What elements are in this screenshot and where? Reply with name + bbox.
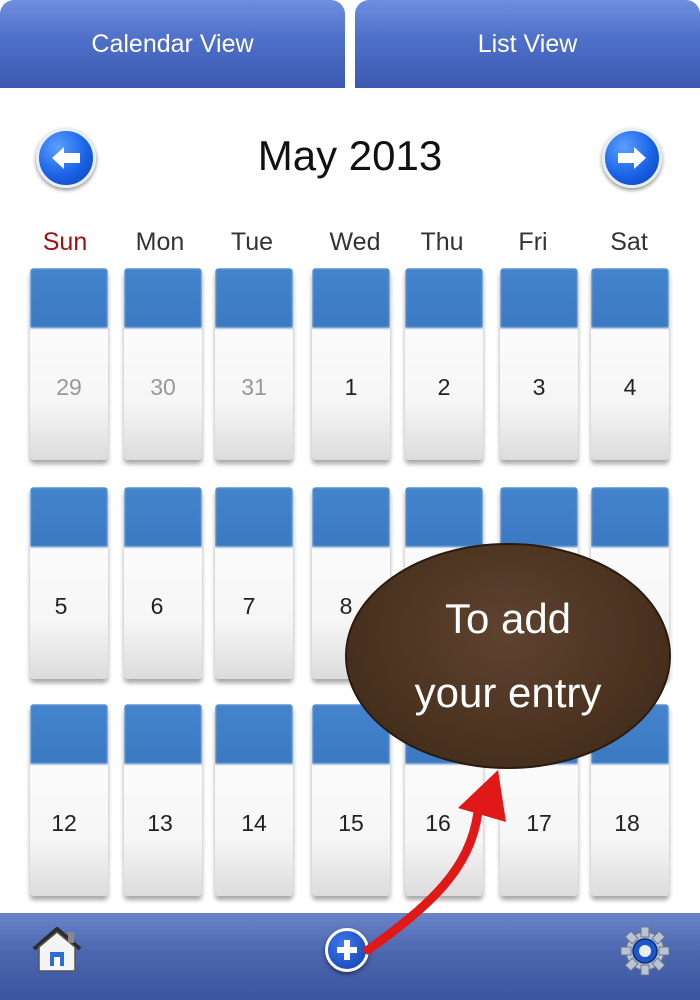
weekday-tue: Tue xyxy=(230,228,274,256)
callout-line-2: your entry xyxy=(414,669,602,716)
tab-calendar-view[interactable]: Calendar View xyxy=(0,0,345,88)
day-cell[interactable]: 15 xyxy=(312,704,390,896)
day-cell[interactable]: 14 xyxy=(215,704,293,896)
day-number: 13 xyxy=(147,810,173,836)
home-button[interactable] xyxy=(30,924,84,976)
day-number: 30 xyxy=(150,374,176,400)
day-cell-header xyxy=(215,268,293,328)
day-number: 2 xyxy=(437,374,451,400)
home-icon xyxy=(32,927,82,972)
day-cell-header xyxy=(215,487,293,547)
day-number: 12 xyxy=(51,810,77,836)
month-title: May 2013 xyxy=(257,132,443,179)
day-number: 1 xyxy=(344,374,358,400)
day-cell-header xyxy=(124,268,202,328)
day-number: 7 xyxy=(242,593,256,619)
plus-icon xyxy=(337,940,357,960)
day-cell-header xyxy=(500,487,578,547)
day-cell[interactable]: 2 xyxy=(405,268,483,460)
day-cell-header xyxy=(312,268,390,328)
day-number: 14 xyxy=(241,810,267,836)
add-entry-callout: To add your entry xyxy=(345,543,671,769)
day-cell[interactable]: 6 xyxy=(124,487,202,679)
day-cell[interactable]: 7 xyxy=(215,487,293,679)
weekday-wed: Wed xyxy=(329,228,381,256)
weekday-mon: Mon xyxy=(135,228,185,256)
day-number: 6 xyxy=(150,593,164,619)
gear-icon xyxy=(620,926,670,976)
day-cell[interactable]: 12 xyxy=(30,704,108,896)
weekday-sun: Sun xyxy=(42,228,88,256)
day-number: 15 xyxy=(338,810,364,836)
day-cell-header xyxy=(312,487,390,547)
day-number: 4 xyxy=(623,374,637,400)
day-cell[interactable]: 5 xyxy=(30,487,108,679)
day-cell-header xyxy=(30,487,108,547)
day-number: 3 xyxy=(532,374,546,400)
day-cell-header xyxy=(591,268,669,328)
day-cell-header xyxy=(124,704,202,764)
day-cell[interactable]: 4 xyxy=(591,268,669,460)
day-number: 31 xyxy=(241,374,267,400)
day-number: 16 xyxy=(425,810,451,836)
next-month-button[interactable] xyxy=(602,128,662,188)
tab-list-view-label: List View xyxy=(477,29,578,58)
day-cell-header xyxy=(591,487,669,547)
add-entry-button[interactable] xyxy=(325,928,369,972)
callout-line-1: To add xyxy=(444,595,572,642)
day-number: 29 xyxy=(56,374,82,400)
day-cell[interactable]: 1 xyxy=(312,268,390,460)
day-cell-header xyxy=(30,704,108,764)
weekday-fri: Fri xyxy=(518,228,548,256)
day-number: 5 xyxy=(54,593,68,619)
day-cell-header xyxy=(124,487,202,547)
tab-calendar-view-label: Calendar View xyxy=(91,29,254,58)
day-cell-header xyxy=(405,268,483,328)
settings-button[interactable] xyxy=(620,926,670,976)
day-number: 17 xyxy=(526,810,552,836)
weekday-thu: Thu xyxy=(420,228,464,256)
day-cell-header xyxy=(30,268,108,328)
day-cell-header xyxy=(500,268,578,328)
tab-list-view[interactable]: List View xyxy=(355,0,700,88)
day-cell[interactable]: 3 xyxy=(500,268,578,460)
day-cell-header xyxy=(215,704,293,764)
right-arrow-icon xyxy=(618,147,646,169)
day-number: 18 xyxy=(614,810,640,836)
day-cell[interactable]: 13 xyxy=(124,704,202,896)
day-cell[interactable]: 31 xyxy=(215,268,293,460)
day-cell[interactable]: 30 xyxy=(124,268,202,460)
weekday-sat: Sat xyxy=(610,228,648,256)
day-cell[interactable]: 29 xyxy=(30,268,108,460)
day-cell-header xyxy=(405,487,483,547)
